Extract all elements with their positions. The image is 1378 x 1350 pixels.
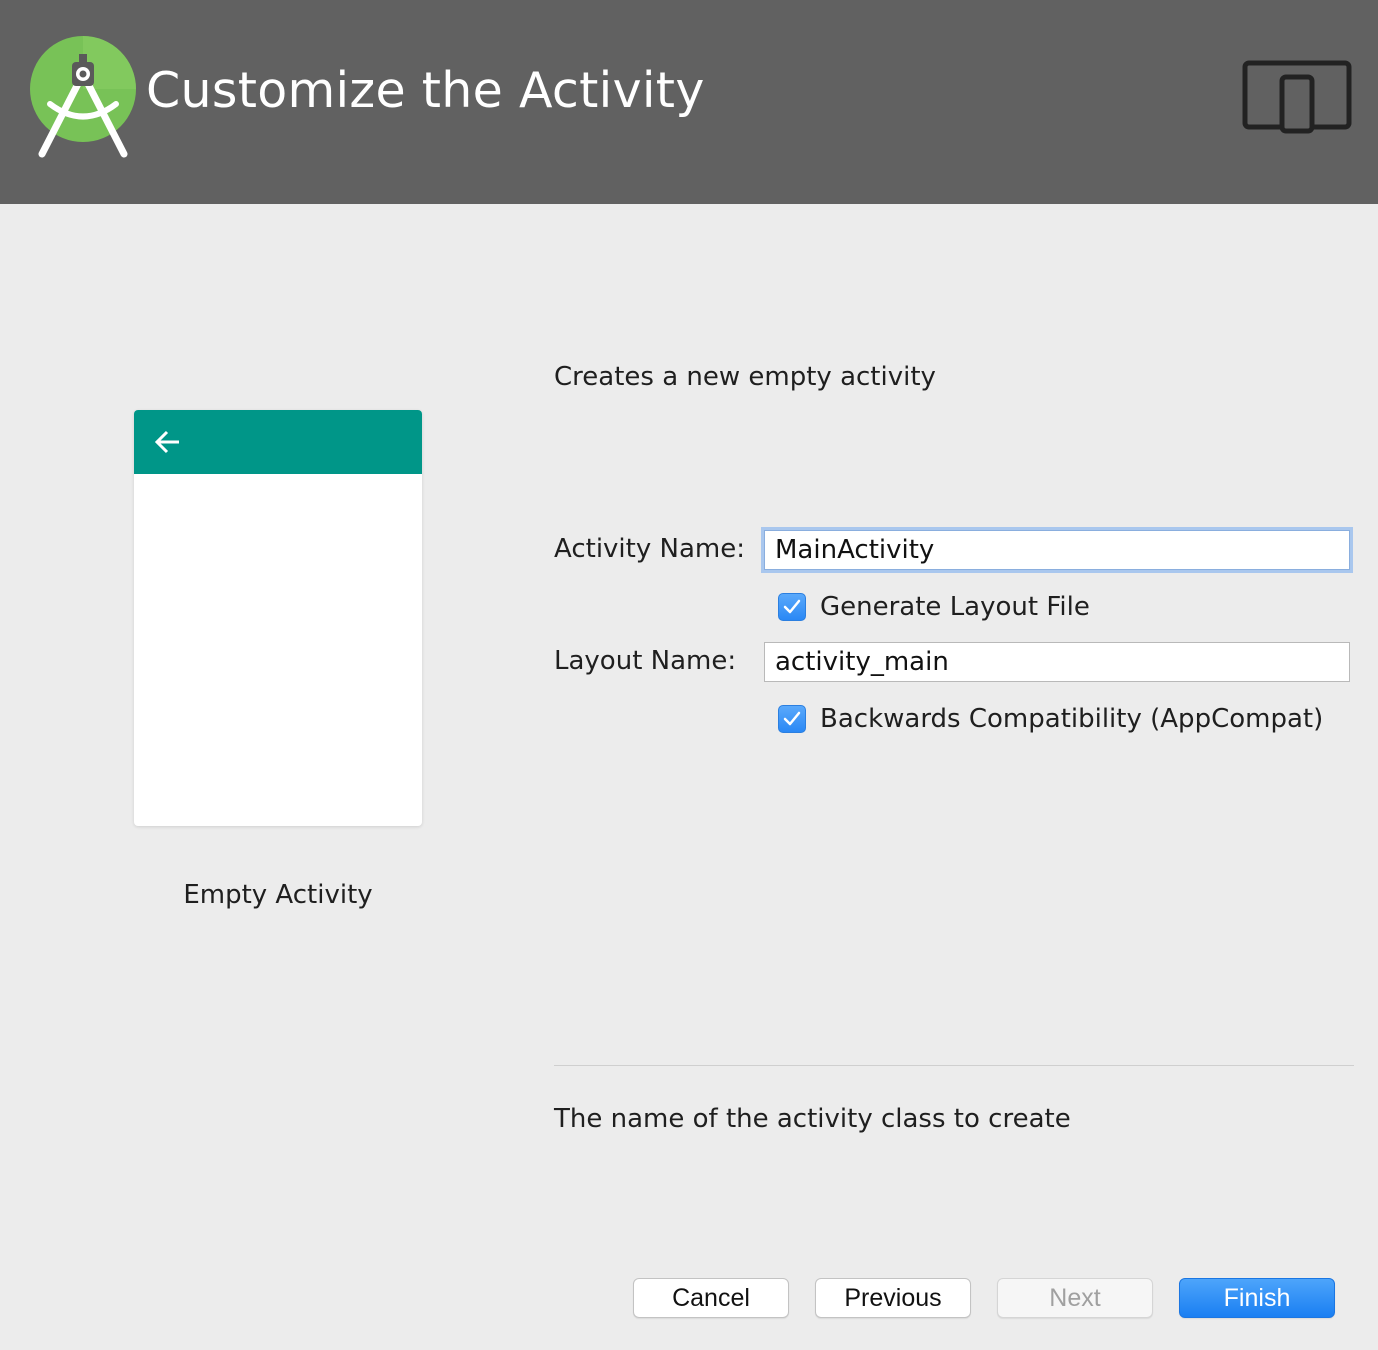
- template-description: Creates a new empty activity: [554, 362, 936, 392]
- next-button[interactable]: Next: [997, 1278, 1153, 1318]
- backwards-compat-label: Backwards Compatibility (AppCompat): [820, 704, 1324, 734]
- finish-button[interactable]: Finish: [1179, 1278, 1335, 1318]
- generate-layout-checkbox-row[interactable]: Generate Layout File: [778, 592, 1090, 622]
- generate-layout-label: Generate Layout File: [820, 592, 1090, 622]
- help-text: The name of the activity class to create: [554, 1104, 1071, 1134]
- activity-name-label: Activity Name:: [554, 534, 745, 564]
- backwards-compat-checkbox[interactable]: [778, 705, 806, 733]
- divider: [554, 1065, 1354, 1066]
- page-title: Customize the Activity: [146, 62, 705, 119]
- android-studio-logo-icon: [30, 36, 136, 158]
- activity-preview: [134, 410, 422, 826]
- template-name: Empty Activity: [183, 880, 373, 910]
- cancel-button[interactable]: Cancel: [633, 1278, 789, 1318]
- back-arrow-icon: [154, 430, 179, 454]
- preview-app-bar: [134, 410, 422, 474]
- generate-layout-checkbox[interactable]: [778, 593, 806, 621]
- previous-button[interactable]: Previous: [815, 1278, 971, 1318]
- backwards-compat-checkbox-row[interactable]: Backwards Compatibility (AppCompat): [778, 704, 1323, 734]
- checkmark-icon: [783, 711, 801, 726]
- checkmark-icon: [783, 599, 801, 614]
- layout-name-label: Layout Name:: [554, 646, 737, 676]
- wizard-header: Customize the Activity: [0, 0, 1378, 204]
- layout-name-input[interactable]: [764, 642, 1350, 682]
- activity-name-input[interactable]: [764, 530, 1350, 570]
- tablet-phone-icon[interactable]: [1242, 60, 1352, 134]
